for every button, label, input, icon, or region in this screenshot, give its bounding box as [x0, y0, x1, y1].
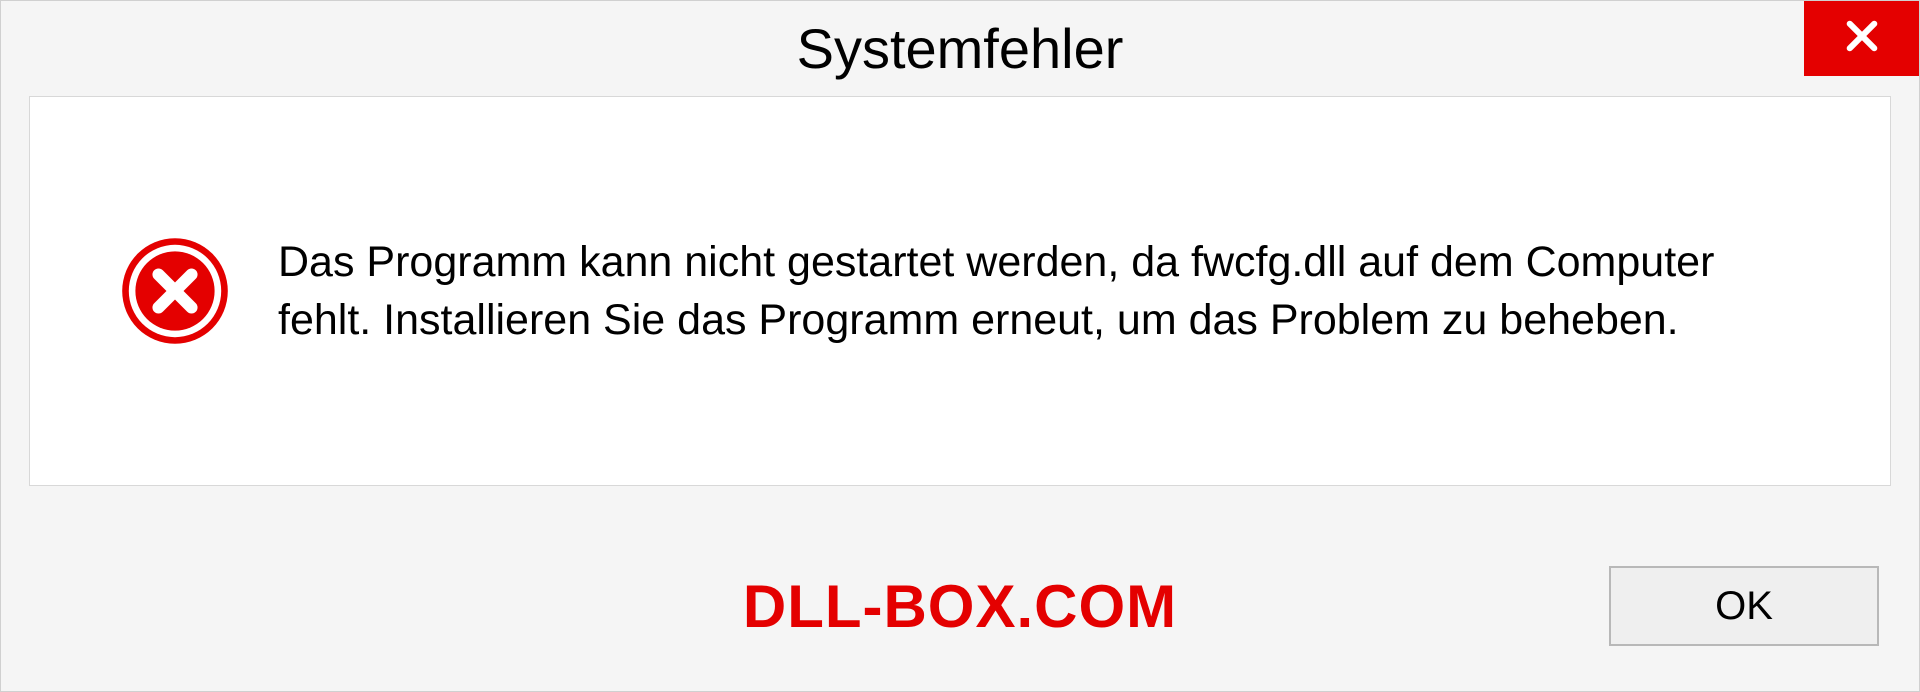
close-icon [1841, 15, 1883, 62]
error-message: Das Programm kann nicht gestartet werden… [278, 233, 1778, 349]
content-panel: Das Programm kann nicht gestartet werden… [29, 96, 1891, 486]
error-dialog: Systemfehler Das Programm kann nicht ges… [0, 0, 1920, 692]
titlebar: Systemfehler [1, 1, 1919, 96]
close-button[interactable] [1804, 1, 1919, 76]
watermark-text: DLL-BOX.COM [743, 572, 1177, 641]
dialog-footer: DLL-BOX.COM OK [1, 556, 1919, 656]
dialog-title: Systemfehler [797, 16, 1124, 81]
error-icon [120, 236, 230, 346]
ok-button[interactable]: OK [1609, 566, 1879, 646]
